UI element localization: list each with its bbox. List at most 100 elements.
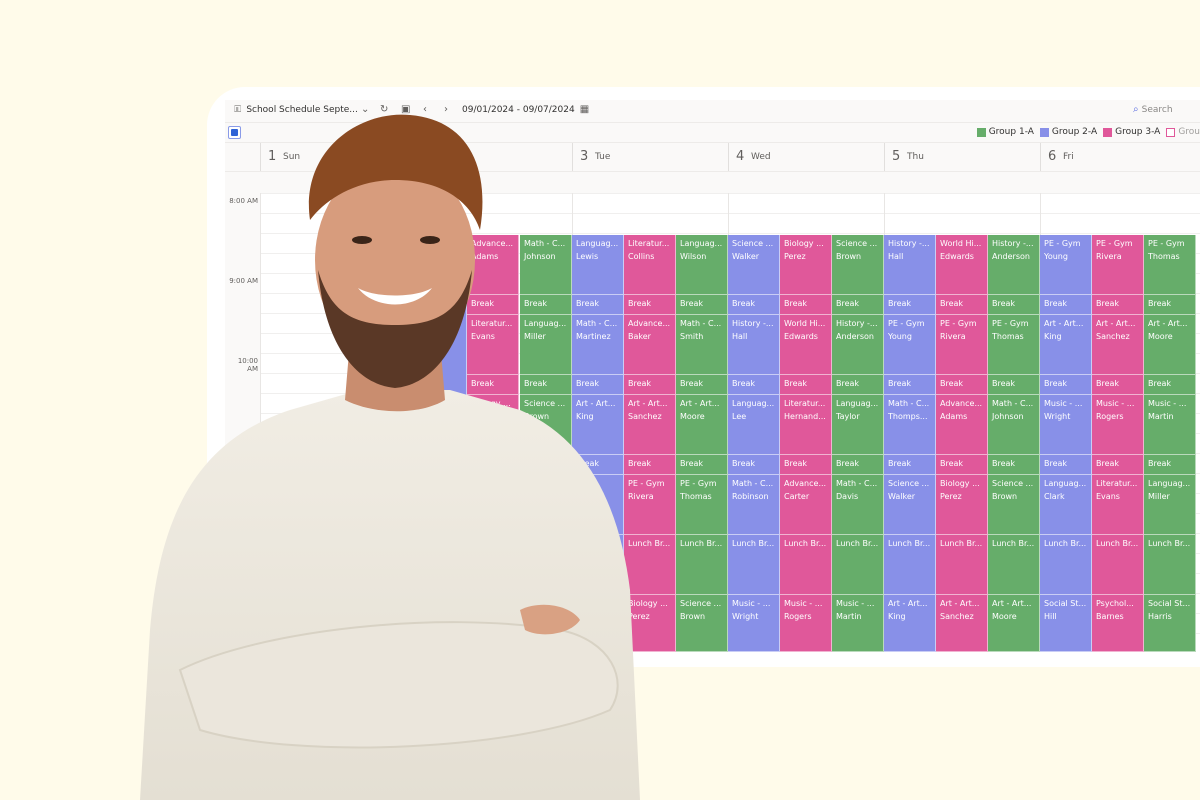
break-event[interactable]: Break xyxy=(884,455,936,475)
class-event[interactable]: History -... Anderson xyxy=(988,235,1040,295)
class-event[interactable]: Languag... Taylor xyxy=(832,395,884,455)
break-event[interactable]: Break xyxy=(1092,295,1144,315)
lunch-break-event[interactable]: Lunch Br... xyxy=(988,535,1040,595)
lunch-label: Lunch Br... xyxy=(992,539,1035,548)
class-event[interactable]: Music - ... Wright xyxy=(1040,395,1092,455)
day-header-fri[interactable]: 6 Fri xyxy=(1040,143,1200,171)
break-event[interactable]: Break xyxy=(1040,455,1092,475)
class-event[interactable]: Literatur... Hernand... xyxy=(780,395,832,455)
legend-item[interactable]: Group 1-A xyxy=(976,127,1034,137)
class-event[interactable]: PE - Gym Young xyxy=(1040,235,1092,295)
break-event[interactable]: Break xyxy=(780,375,832,395)
lunch-break-event[interactable]: Lunch Br... xyxy=(728,535,780,595)
break-event[interactable]: Break xyxy=(728,455,780,475)
class-event[interactable]: Art - Art... King xyxy=(884,595,936,652)
class-event[interactable]: Languag... Clark xyxy=(1040,475,1092,535)
lunch-break-event[interactable]: Lunch Br... xyxy=(780,535,832,595)
lunch-break-event[interactable]: Lunch Br... xyxy=(832,535,884,595)
break-event[interactable]: Break xyxy=(988,375,1040,395)
lunch-break-event[interactable]: Lunch Br... xyxy=(1040,535,1092,595)
break-event[interactable]: Break xyxy=(1092,455,1144,475)
class-event[interactable]: History -... Hall xyxy=(884,235,936,295)
class-event[interactable]: Math - C... Davis xyxy=(832,475,884,535)
class-event[interactable]: PE - Gym Rivera xyxy=(936,315,988,375)
break-event[interactable]: Break xyxy=(884,375,936,395)
break-event[interactable]: Break xyxy=(780,295,832,315)
class-event[interactable]: Music - ... Wright xyxy=(728,595,780,652)
lunch-break-event[interactable]: Lunch Br... xyxy=(936,535,988,595)
class-event[interactable]: Advance... Carter xyxy=(780,475,832,535)
lunch-break-event[interactable]: Lunch Br... xyxy=(676,535,728,595)
class-event[interactable]: Literatur... Evans xyxy=(1092,475,1144,535)
break-event[interactable]: Break xyxy=(728,295,780,315)
class-event[interactable]: World Hi... Edwards xyxy=(936,235,988,295)
break-event[interactable]: Break xyxy=(1040,295,1092,315)
lunch-break-event[interactable]: Lunch Br... xyxy=(1144,535,1196,595)
day-header-thu[interactable]: 5 Thu xyxy=(884,143,1041,171)
break-event[interactable]: Break xyxy=(1092,375,1144,395)
class-event[interactable]: Math - C... Smith xyxy=(676,315,728,375)
class-event[interactable]: Languag... Lee xyxy=(728,395,780,455)
class-event[interactable]: Languag... Miller xyxy=(1144,475,1196,535)
class-event[interactable]: Music - ... Rogers xyxy=(780,595,832,652)
class-event[interactable]: Science ... Walker xyxy=(884,475,936,535)
class-event[interactable]: Languag... Wilson xyxy=(676,235,728,295)
legend-item[interactable]: Grou xyxy=(1166,127,1200,137)
class-event[interactable]: Music - ... Martin xyxy=(832,595,884,652)
class-event[interactable]: PE - Gym Rivera xyxy=(1092,235,1144,295)
class-event[interactable]: History -... Hall xyxy=(728,315,780,375)
class-event[interactable]: Art - Art... Sanchez xyxy=(1092,315,1144,375)
class-event[interactable]: World Hi... Edwards xyxy=(780,315,832,375)
class-event[interactable]: Science ... Brown xyxy=(832,235,884,295)
class-event[interactable]: Social St... Harris xyxy=(1144,595,1196,652)
day-header-wed[interactable]: 4 Wed xyxy=(728,143,885,171)
lunch-label: Lunch Br... xyxy=(784,539,827,548)
break-event[interactable]: Break xyxy=(1144,455,1196,475)
class-event[interactable]: PE - Gym Thomas xyxy=(988,315,1040,375)
class-event[interactable]: Science ... Brown xyxy=(676,595,728,652)
class-event[interactable]: Art - Art... Moore xyxy=(988,595,1040,652)
class-event[interactable]: Science ... Brown xyxy=(988,475,1040,535)
break-event[interactable]: Break xyxy=(1040,375,1092,395)
break-event[interactable]: Break xyxy=(832,375,884,395)
class-event[interactable]: Biology ... Perez xyxy=(936,475,988,535)
break-event[interactable]: Break xyxy=(936,375,988,395)
lunch-break-event[interactable]: Lunch Br... xyxy=(884,535,936,595)
legend-item[interactable]: Group 3-A xyxy=(1103,127,1160,137)
class-event[interactable]: Psychol... Barnes xyxy=(1092,595,1144,652)
class-event[interactable]: Biology ... Perez xyxy=(780,235,832,295)
break-event[interactable]: Break xyxy=(936,455,988,475)
legend-item[interactable]: Group 2-A xyxy=(1039,127,1097,137)
class-event[interactable]: Art - Art... King xyxy=(1040,315,1092,375)
class-event[interactable]: PE - Gym Young xyxy=(884,315,936,375)
class-event[interactable]: Music - ... Martin xyxy=(1144,395,1196,455)
class-event[interactable]: Social St... Hill xyxy=(1040,595,1092,652)
class-event[interactable]: Art - Art... Moore xyxy=(676,395,728,455)
break-event[interactable]: Break xyxy=(676,455,728,475)
break-event[interactable]: Break xyxy=(988,295,1040,315)
class-event[interactable]: Advance... Adams xyxy=(936,395,988,455)
class-event[interactable]: Science ... Walker xyxy=(728,235,780,295)
class-event[interactable]: PE - Gym Thomas xyxy=(1144,235,1196,295)
class-event[interactable]: Art - Art... Sanchez xyxy=(936,595,988,652)
class-event[interactable]: Math - C... Thomps... xyxy=(884,395,936,455)
break-event[interactable]: Break xyxy=(676,375,728,395)
class-event[interactable]: Music - ... Rogers xyxy=(1092,395,1144,455)
break-event[interactable]: Break xyxy=(1144,375,1196,395)
class-event[interactable]: Math - C... Johnson xyxy=(988,395,1040,455)
class-event[interactable]: PE - Gym Thomas xyxy=(676,475,728,535)
class-event[interactable]: Art - Art... Moore xyxy=(1144,315,1196,375)
break-event[interactable]: Break xyxy=(936,295,988,315)
search-box[interactable]: ⌕ Search xyxy=(1133,104,1173,116)
break-event[interactable]: Break xyxy=(1144,295,1196,315)
class-event[interactable]: Math - C... Robinson xyxy=(728,475,780,535)
break-event[interactable]: Break xyxy=(728,375,780,395)
break-event[interactable]: Break xyxy=(832,455,884,475)
lunch-break-event[interactable]: Lunch Br... xyxy=(1092,535,1144,595)
break-event[interactable]: Break xyxy=(676,295,728,315)
break-event[interactable]: Break xyxy=(884,295,936,315)
break-event[interactable]: Break xyxy=(780,455,832,475)
break-event[interactable]: Break xyxy=(832,295,884,315)
class-event[interactable]: History -... Anderson xyxy=(832,315,884,375)
break-event[interactable]: Break xyxy=(988,455,1040,475)
